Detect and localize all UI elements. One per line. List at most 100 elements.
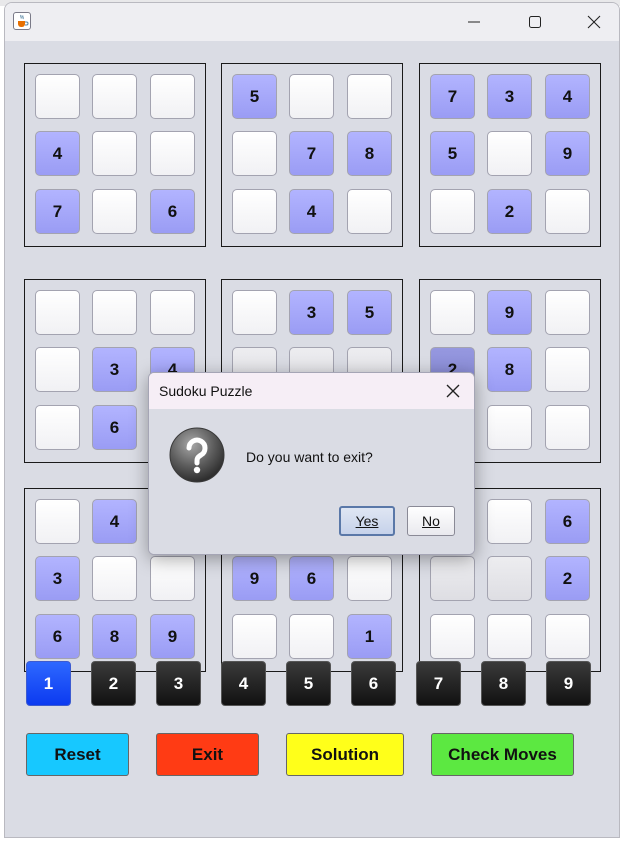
sudoku-cell[interactable] — [487, 614, 532, 659]
question-icon — [169, 427, 225, 483]
sudoku-cell[interactable] — [92, 290, 137, 335]
sudoku-block-3: 734 5 92 — [419, 63, 601, 247]
sudoku-cell[interactable]: 6 — [92, 405, 137, 450]
window-titlebar[interactable] — [5, 3, 619, 41]
number-key-6[interactable]: 6 — [351, 661, 396, 706]
number-key-1[interactable]: 1 — [26, 661, 71, 706]
sudoku-cell[interactable] — [347, 189, 392, 234]
sudoku-cell[interactable] — [487, 499, 532, 544]
sudoku-cell[interactable] — [545, 189, 590, 234]
yes-button[interactable]: Yes — [339, 506, 395, 536]
sudoku-cell[interactable] — [430, 556, 475, 601]
sudoku-cell[interactable]: 9 — [150, 614, 195, 659]
sudoku-cell[interactable] — [35, 405, 80, 450]
sudoku-cell[interactable] — [35, 74, 80, 119]
sudoku-cell[interactable] — [289, 614, 334, 659]
sudoku-cell[interactable]: 5 — [347, 290, 392, 335]
no-button[interactable]: No — [407, 506, 455, 536]
sudoku-cell[interactable] — [430, 614, 475, 659]
sudoku-cell[interactable]: 9 — [545, 131, 590, 176]
sudoku-cell[interactable] — [92, 131, 137, 176]
sudoku-cell[interactable]: 2 — [487, 189, 532, 234]
check-moves-button[interactable]: Check Moves — [431, 733, 574, 776]
sudoku-cell[interactable]: 5 — [430, 131, 475, 176]
exit-button[interactable]: Exit — [156, 733, 259, 776]
sudoku-cell[interactable] — [92, 556, 137, 601]
number-key-3[interactable]: 3 — [156, 661, 201, 706]
sudoku-block-2: 5784 — [221, 63, 403, 247]
sudoku-cell[interactable] — [35, 499, 80, 544]
sudoku-cell[interactable] — [150, 290, 195, 335]
reset-button[interactable]: Reset — [26, 733, 129, 776]
sudoku-cell[interactable]: 5 — [232, 74, 277, 119]
window-close-button[interactable] — [571, 7, 617, 37]
close-icon — [446, 384, 460, 398]
sudoku-cell[interactable] — [289, 74, 334, 119]
sudoku-cell[interactable]: 4 — [92, 499, 137, 544]
sudoku-cell[interactable] — [232, 189, 277, 234]
sudoku-cell[interactable]: 6 — [289, 556, 334, 601]
sudoku-cell[interactable] — [545, 347, 590, 392]
maximize-button[interactable] — [512, 7, 558, 37]
sudoku-cell[interactable] — [487, 556, 532, 601]
sudoku-cell[interactable]: 4 — [35, 131, 80, 176]
dialog-close-button[interactable] — [438, 377, 468, 405]
sudoku-cell[interactable] — [92, 74, 137, 119]
sudoku-cell[interactable] — [545, 614, 590, 659]
java-cup-icon[interactable] — [13, 12, 31, 30]
sudoku-cell[interactable]: 7 — [430, 74, 475, 119]
sudoku-cell[interactable]: 9 — [487, 290, 532, 335]
sudoku-cell[interactable]: 7 — [35, 189, 80, 234]
sudoku-cell[interactable]: 8 — [92, 614, 137, 659]
minimize-button[interactable] — [451, 7, 497, 37]
sudoku-cell[interactable]: 8 — [347, 131, 392, 176]
sudoku-cell[interactable]: 7 — [289, 131, 334, 176]
sudoku-cell[interactable]: 6 — [35, 614, 80, 659]
number-key-9[interactable]: 9 — [546, 661, 591, 706]
sudoku-cell[interactable] — [430, 189, 475, 234]
sudoku-cell[interactable] — [35, 347, 80, 392]
sudoku-cell[interactable]: 1 — [347, 614, 392, 659]
dialog-titlebar[interactable]: Sudoku Puzzle — [149, 373, 474, 409]
sudoku-cell[interactable] — [232, 614, 277, 659]
sudoku-cell[interactable] — [232, 131, 277, 176]
sudoku-cell[interactable] — [545, 405, 590, 450]
sudoku-cell[interactable] — [232, 290, 277, 335]
sudoku-cell[interactable] — [347, 74, 392, 119]
dialog-title: Sudoku Puzzle — [159, 383, 253, 399]
sudoku-cell[interactable]: 3 — [35, 556, 80, 601]
sudoku-cell[interactable] — [150, 131, 195, 176]
yes-label: Yes — [355, 513, 379, 529]
number-key-5[interactable]: 5 — [286, 661, 331, 706]
sudoku-cell[interactable]: 3 — [289, 290, 334, 335]
number-key-2[interactable]: 2 — [91, 661, 136, 706]
sudoku-cell[interactable]: 9 — [232, 556, 277, 601]
sudoku-cell[interactable] — [487, 405, 532, 450]
number-key-8[interactable]: 8 — [481, 661, 526, 706]
dialog-body: Do you want to exit? Yes No — [149, 409, 474, 554]
minimize-icon — [468, 21, 480, 23]
sudoku-cell[interactable]: 2 — [545, 556, 590, 601]
sudoku-cell[interactable] — [430, 290, 475, 335]
number-key-7[interactable]: 7 — [416, 661, 461, 706]
sudoku-cell[interactable] — [35, 290, 80, 335]
solution-button[interactable]: Solution — [286, 733, 404, 776]
sudoku-cell[interactable] — [545, 290, 590, 335]
exit-confirm-dialog: Sudoku Puzzle Do you want to exit? Yes N… — [148, 372, 475, 555]
sudoku-cell[interactable]: 4 — [289, 189, 334, 234]
sudoku-cell[interactable]: 4 — [545, 74, 590, 119]
maximize-icon — [529, 16, 541, 28]
dialog-message: Do you want to exit? — [246, 449, 373, 465]
sudoku-cell[interactable]: 8 — [487, 347, 532, 392]
sudoku-cell[interactable]: 6 — [545, 499, 590, 544]
sudoku-cell[interactable] — [150, 74, 195, 119]
sudoku-cell[interactable] — [487, 131, 532, 176]
sudoku-cell[interactable] — [92, 189, 137, 234]
sudoku-cell[interactable] — [347, 556, 392, 601]
sudoku-cell[interactable]: 3 — [487, 74, 532, 119]
sudoku-cell[interactable]: 3 — [92, 347, 137, 392]
close-icon — [587, 15, 601, 29]
sudoku-cell[interactable]: 6 — [150, 189, 195, 234]
number-key-4[interactable]: 4 — [221, 661, 266, 706]
sudoku-cell[interactable] — [150, 556, 195, 601]
